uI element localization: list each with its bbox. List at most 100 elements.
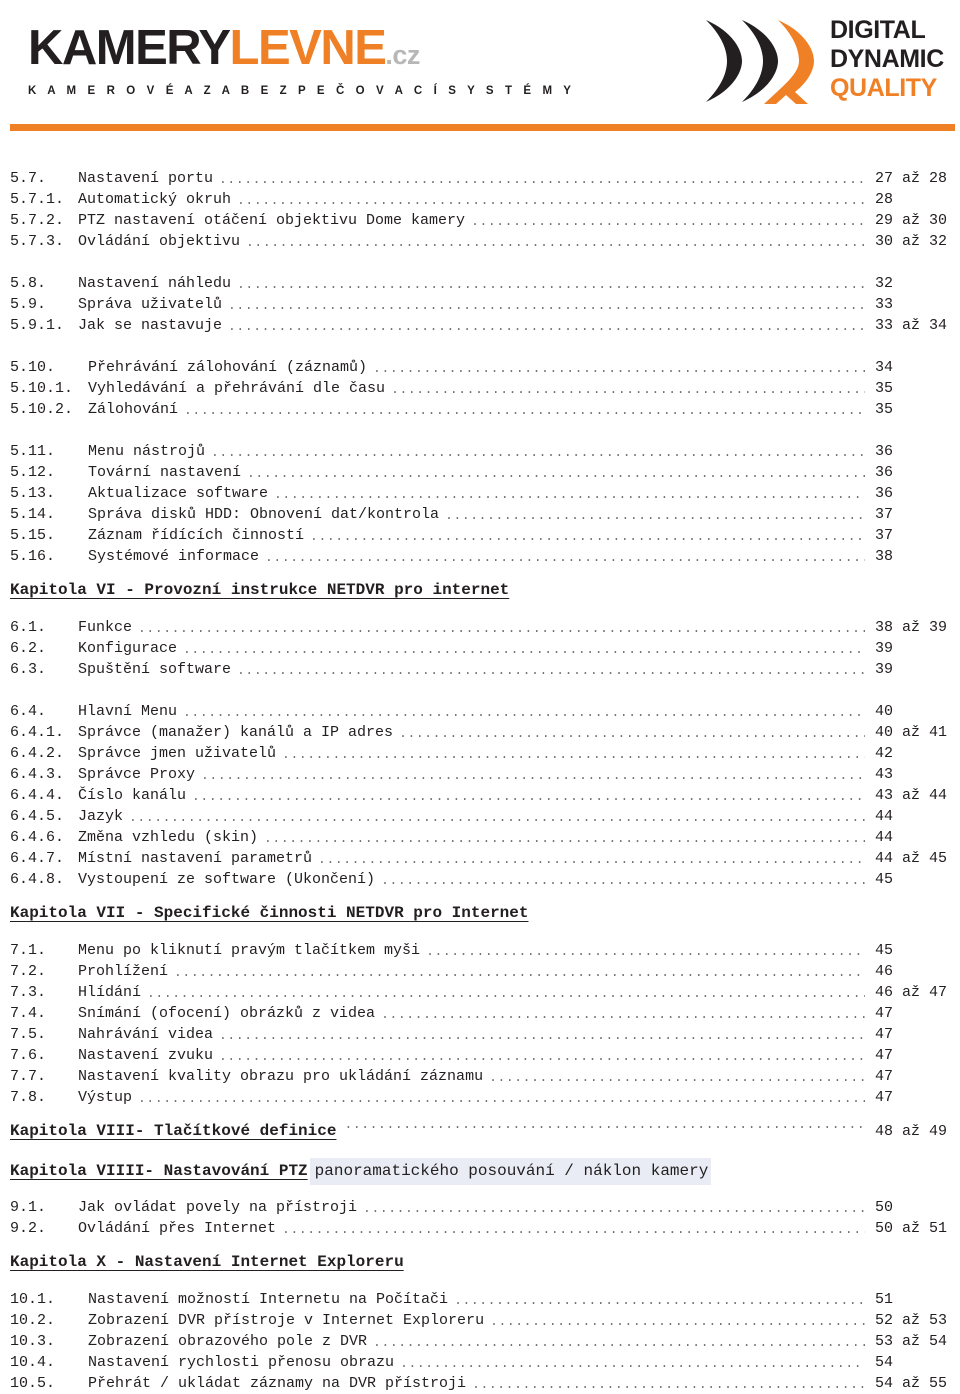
entry-page-number: 34 [875, 359, 894, 376]
entry-number: 10.3. [10, 1333, 56, 1350]
toc-entry[interactable]: 5.12. Tovární nastavení 36 [0, 462, 960, 483]
logo-word-kamery: KAMERY [28, 21, 231, 75]
toc-entry[interactable]: 5.8. Nastavení náhledu 32 [0, 273, 960, 294]
entry-page-number: 50 [875, 1199, 894, 1216]
dot-leader [426, 946, 865, 960]
entry-title: PTZ nastavení otáčení objektivu Dome kam… [78, 212, 466, 229]
entry-title: Tovární nastavení [88, 464, 242, 481]
toc-entry[interactable]: 9.2. Ovládání přes Internet 50 až 51 [0, 1218, 960, 1239]
toc-entry[interactable]: 6.2. Konfigurace 39 [0, 638, 960, 659]
entry-title: Výstup [78, 1089, 133, 1106]
toc-spacer [0, 336, 960, 357]
entry-title: Nastavení možností Internetu na Počítači [88, 1291, 449, 1308]
entry-number: 6.2. [10, 640, 47, 657]
chapter-title: Kapitola X - Nastavení Internet Explorer… [10, 1253, 404, 1271]
dot-leader [318, 854, 865, 868]
entry-page-number: 45 [875, 942, 894, 959]
entry-number: 5.11. [10, 443, 56, 460]
toc-entry[interactable]: 10.5. Přehrát / ukládat záznamy na DVR př… [0, 1373, 960, 1394]
entry-title: Zálohování [88, 401, 179, 418]
toc-entry[interactable]: 5.7.3. Ovládání objektivu 30 až 32 [0, 231, 960, 252]
toc-chapter-heading[interactable]: Kapitola VIII- Tlačítkové definice 48 až … [0, 1119, 960, 1147]
toc-entry[interactable]: 7.4. Snímání (ofocení) obrázků z videa 47 [0, 1003, 960, 1024]
toc-spacer [0, 890, 960, 901]
dot-leader [201, 770, 865, 784]
entry-title: Snímání (ofocení) obrázků z videa [78, 1005, 376, 1022]
toc-entry[interactable]: 6.4.5. Jazyk 44 [0, 806, 960, 827]
toc-entry[interactable]: 7.8. Výstup 47 [0, 1087, 960, 1108]
toc-entry[interactable]: 6.4.4. Číslo kanálu 43 až 44 [0, 785, 960, 806]
entry-page-number: 36 [875, 485, 894, 502]
entry-title: Menu po kliknutí pravým tlačítkem myši [78, 942, 421, 959]
toc-chapter-heading[interactable]: Kapitola VII - Specifické činnosti NETDV… [0, 901, 960, 929]
entry-number: 10.4. [10, 1354, 56, 1371]
entry-number: 6.4.3. [10, 766, 65, 783]
toc-entry[interactable]: 7.3. Hlídání 46 až 47 [0, 982, 960, 1003]
toc-chapter-heading[interactable]: Kapitola VI - Provozní instrukce NETDVR … [0, 578, 960, 606]
entry-title: Ovládání přes Internet [78, 1220, 277, 1237]
toc-entry[interactable]: 6.4.1. Správce (manažer) kanálů a IP adre… [0, 722, 960, 743]
toc-entry[interactable]: 5.15. Záznam řídících činností 37 [0, 525, 960, 546]
toc-entry[interactable]: 10.1. Nastavení možností Internetu na Poč… [0, 1289, 960, 1310]
toc-entry[interactable]: 5.16. Systémové informace 38 [0, 546, 960, 567]
toc-entry[interactable]: 5.7. Nastavení portu 27 až 28 [0, 168, 960, 189]
toc-entry[interactable]: 5.7.1. Automatický okruh 28 [0, 189, 960, 210]
toc-spacer [0, 680, 960, 701]
entry-number: 6.4.2. [10, 745, 65, 762]
dot-leader [399, 728, 865, 742]
toc-entry[interactable]: 6.4.6. Změna vzhledu (skin) 44 [0, 827, 960, 848]
toc-entry[interactable]: 6.4. Hlavní Menu 40 [0, 701, 960, 722]
entry-page-number: 33 [875, 296, 894, 313]
entry-number: 10.1. [10, 1291, 56, 1308]
toc-entry[interactable]: 6.4.7. Místní nastavení parametrů 44 až 45 [0, 848, 960, 869]
entry-title: Konfigurace [78, 640, 178, 657]
toc-entry[interactable]: 10.3. Zobrazení obrazového pole z DVR 53 a… [0, 1331, 960, 1352]
toc-chapter-heading[interactable]: Kapitola VIIII- Nastavování PTZ panoramat… [0, 1158, 960, 1186]
entry-page-number: 37 [875, 527, 894, 544]
toc-entry[interactable]: 7.6. Nastavení zvuku 47 [0, 1045, 960, 1066]
entry-page-number: 51 [875, 1291, 894, 1308]
toc-entry[interactable]: 5.9.1. Jak se nastavuje 33 až 34 [0, 315, 960, 336]
entry-page-number: 45 [875, 871, 894, 888]
entry-number: 7.4. [10, 1005, 47, 1022]
toc-entry[interactable]: 5.11. Menu nástrojů 36 [0, 441, 960, 462]
toc-chapter-heading[interactable]: Kapitola X - Nastavení Internet Explorer… [0, 1250, 960, 1278]
toc-entry[interactable]: 7.2. Prohlížení 46 [0, 961, 960, 982]
toc-entry[interactable]: 7.5. Nahrávání videa 47 [0, 1024, 960, 1045]
toc-entry[interactable]: 6.4.2. Správce jmen uživatelů 42 [0, 743, 960, 764]
toc-spacer [0, 1186, 960, 1197]
toc-entry[interactable]: 6.1. Funkce 38 až 39 [0, 617, 960, 638]
entry-number: 5.7.2. [10, 212, 65, 229]
entry-page-number: 44 [875, 829, 894, 846]
dot-leader [246, 237, 865, 251]
entry-title: Nastavení portu [78, 170, 214, 187]
toc-entry[interactable]: 6.4.3. Správce Proxy 43 [0, 764, 960, 785]
toc-entry[interactable]: 7.7. Nastavení kvality obrazu pro ukládán… [0, 1066, 960, 1087]
entry-title: Nastavení kvality obrazu pro ukládání zá… [78, 1068, 484, 1085]
toc-entry[interactable]: 10.4. Nastavení rychlosti přenosu obrazu 5… [0, 1352, 960, 1373]
toc-entry[interactable]: 5.9. Správa uživatelů 33 [0, 294, 960, 315]
toc-entry[interactable]: 7.1. Menu po kliknutí pravým tlačítkem my… [0, 940, 960, 961]
toc-entry[interactable]: 6.3. Spuštění software 39 [0, 659, 960, 680]
toc-entry[interactable]: 5.13. Aktualizace software 36 [0, 483, 960, 504]
entry-title: Funkce [78, 619, 133, 636]
entry-title: Změna vzhledu (skin) [78, 829, 259, 846]
entry-number: 9.2. [10, 1220, 47, 1237]
dot-leader [472, 1379, 865, 1393]
entry-number: 7.5. [10, 1026, 47, 1043]
dot-leader [192, 791, 865, 805]
toc-entry[interactable]: 5.10.1. Vyhledávání a přehrávání dle času… [0, 378, 960, 399]
entry-page-number: 35 [875, 401, 894, 418]
entry-title: Zobrazení obrazového pole z DVR [88, 1333, 368, 1350]
toc-entry[interactable]: 10.2. Zobrazení DVR přístroje v Internet … [0, 1310, 960, 1331]
dot-leader [183, 707, 865, 721]
toc-entry[interactable]: 5.14. Správa disků HDD: Obnovení dat/kont… [0, 504, 960, 525]
toc-entry[interactable]: 6.4.8. Vystoupení ze software (Ukončení) 4… [0, 869, 960, 890]
dot-leader [363, 1203, 865, 1217]
dot-leader [445, 510, 865, 524]
toc-entry[interactable]: 5.7.2. PTZ nastavení otáčení objektivu Do… [0, 210, 960, 231]
toc-entry[interactable]: 5.10. Přehrávání zálohování (záznamů) 34 [0, 357, 960, 378]
toc-entry[interactable]: 9.1. Jak ovládat povely na přístroji 50 [0, 1197, 960, 1218]
toc-entry[interactable]: 5.10.2. Zálohování 35 [0, 399, 960, 420]
entry-page-number: 30 až 32 [875, 233, 948, 250]
